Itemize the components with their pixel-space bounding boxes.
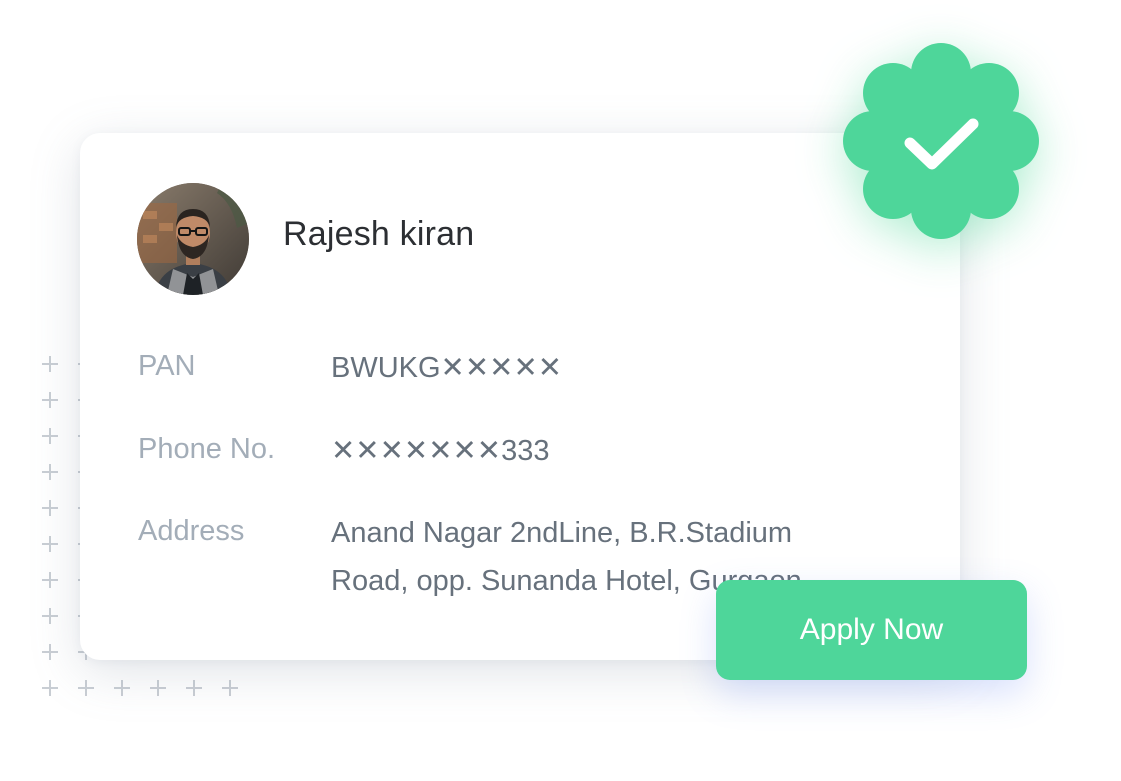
- page: Rajesh kiran PAN BWUKG✕✕✕✕✕ Phone No. ✕✕…: [0, 0, 1121, 781]
- pan-value: BWUKG✕✕✕✕✕: [331, 352, 563, 384]
- plus-mark: [42, 608, 58, 624]
- plus-mark: [42, 464, 58, 480]
- plus-mark: [42, 680, 58, 696]
- phone-value: ✕✕✕✕✕✕✕333: [331, 435, 550, 467]
- plus-mark: [114, 680, 130, 696]
- user-avatar-photo-icon: [137, 183, 249, 295]
- address-label: Address: [138, 515, 245, 547]
- plus-mark: [42, 572, 58, 588]
- plus-mark: [42, 644, 58, 660]
- pan-label: PAN: [138, 350, 196, 382]
- plus-mark: [42, 428, 58, 444]
- avatar: [137, 183, 249, 295]
- user-name: Rajesh kiran: [283, 215, 475, 253]
- plus-mark: [222, 680, 238, 696]
- plus-mark: [42, 392, 58, 408]
- verified-check-icon: [843, 43, 1039, 239]
- address-line-1: Anand Nagar 2ndLine, B.R.Stadium: [331, 517, 793, 549]
- plus-mark: [186, 680, 202, 696]
- plus-mark: [42, 500, 58, 516]
- plus-mark: [150, 680, 166, 696]
- plus-mark: [42, 536, 58, 552]
- plus-mark: [42, 356, 58, 372]
- phone-label: Phone No.: [138, 433, 276, 465]
- verified-badge: [838, 38, 1044, 244]
- apply-now-button[interactable]: Apply Now: [716, 580, 1027, 680]
- plus-mark: [78, 680, 94, 696]
